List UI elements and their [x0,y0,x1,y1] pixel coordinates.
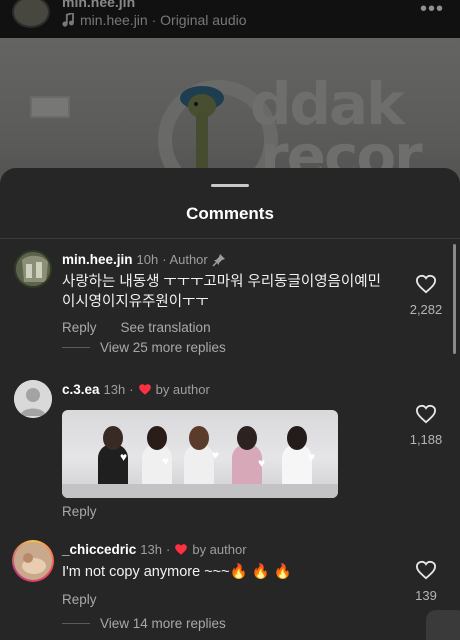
gif-figure-head [237,426,257,450]
gif-heart-glyph: ♥ [120,450,128,464]
view-replies-button[interactable]: View 25 more replies [62,340,226,355]
gif-figure-head [189,426,209,450]
liked-by-author-label: by author [155,382,210,397]
comment-actions: Reply See translation [62,320,211,335]
comments-sheet: Comments min.hee.jin 10h · Author 사랑하는 내… [0,168,460,640]
comment-gif-image[interactable]: ♥ ♥ ♥ ♥ ♥ [62,410,338,498]
comment-actions: Reply [62,592,97,607]
view-replies-label: View 25 more replies [100,340,226,355]
like-count: 139 [415,588,437,603]
comment-time: 10h [136,252,159,267]
heart-outline-icon[interactable] [415,274,437,294]
avatar[interactable] [14,250,52,288]
gif-figure-head [147,426,167,450]
avatar[interactable] [12,540,54,582]
heart-outline-icon[interactable] [415,560,437,580]
reply-button[interactable]: Reply [62,320,97,335]
gif-figure-head [103,426,123,450]
liked-by-author-label: by author [192,542,247,557]
like-count: 2,282 [409,302,443,317]
author-tag: · Author [162,252,208,267]
sheet-title: Comments [186,204,274,223]
gif-heart-glyph: ♥ [308,450,316,464]
view-replies-button[interactable]: View 14 more replies [62,616,226,631]
gif-heart-glyph: ♥ [162,454,170,468]
like-control[interactable]: 2,282 [406,274,446,317]
comment-header: _chiccedric 13h · by author [62,542,247,557]
comment-username[interactable]: c.3.ea [62,382,100,397]
see-translation-button[interactable]: See translation [121,320,211,335]
comment-text: I'm not copy anymore ~~~🔥 🔥 🔥 [62,564,292,580]
comment-actions: Reply [62,504,97,519]
comment-time: 13h [103,382,126,397]
comment-header: c.3.ea 13h · by author [62,382,210,397]
like-control[interactable]: 139 [406,560,446,603]
gif-heart-glyph: ♥ [258,456,266,470]
liked-by-author-heart-icon [175,544,188,555]
gif-table [62,484,338,498]
heart-outline-icon[interactable] [415,404,437,424]
gif-figure-head [287,426,307,450]
liked-by-author-heart-icon [138,384,151,395]
comment-header: min.hee.jin 10h · Author [62,252,226,267]
avatar-image [14,542,52,580]
replies-line [62,347,90,348]
sheet-drag-handle[interactable] [211,184,249,187]
comment-username[interactable]: _chiccedric [62,542,136,557]
view-replies-label: View 14 more replies [100,616,226,631]
pin-icon [212,253,225,267]
sheet-divider [0,238,460,239]
like-count: 1,188 [409,432,443,447]
replies-line [62,623,90,624]
reply-button[interactable]: Reply [62,504,97,519]
avatar[interactable] [14,380,52,418]
scrollbar[interactable] [453,244,456,354]
comment-username[interactable]: min.hee.jin [62,252,133,267]
reply-button[interactable]: Reply [62,592,97,607]
comment-text: 사랑하는 내동생 ㅜㅜㅜ고마워 우리동글이영음이예민이시영이지유주원이ㅜㅜ [62,274,381,310]
gif-heart-glyph: ♥ [212,448,220,462]
compose-shortcut[interactable] [426,610,460,640]
comment-time: 13h [140,542,162,557]
default-avatar-icon [14,380,52,418]
like-control[interactable]: 1,188 [406,404,446,447]
avatar-image [16,252,50,286]
